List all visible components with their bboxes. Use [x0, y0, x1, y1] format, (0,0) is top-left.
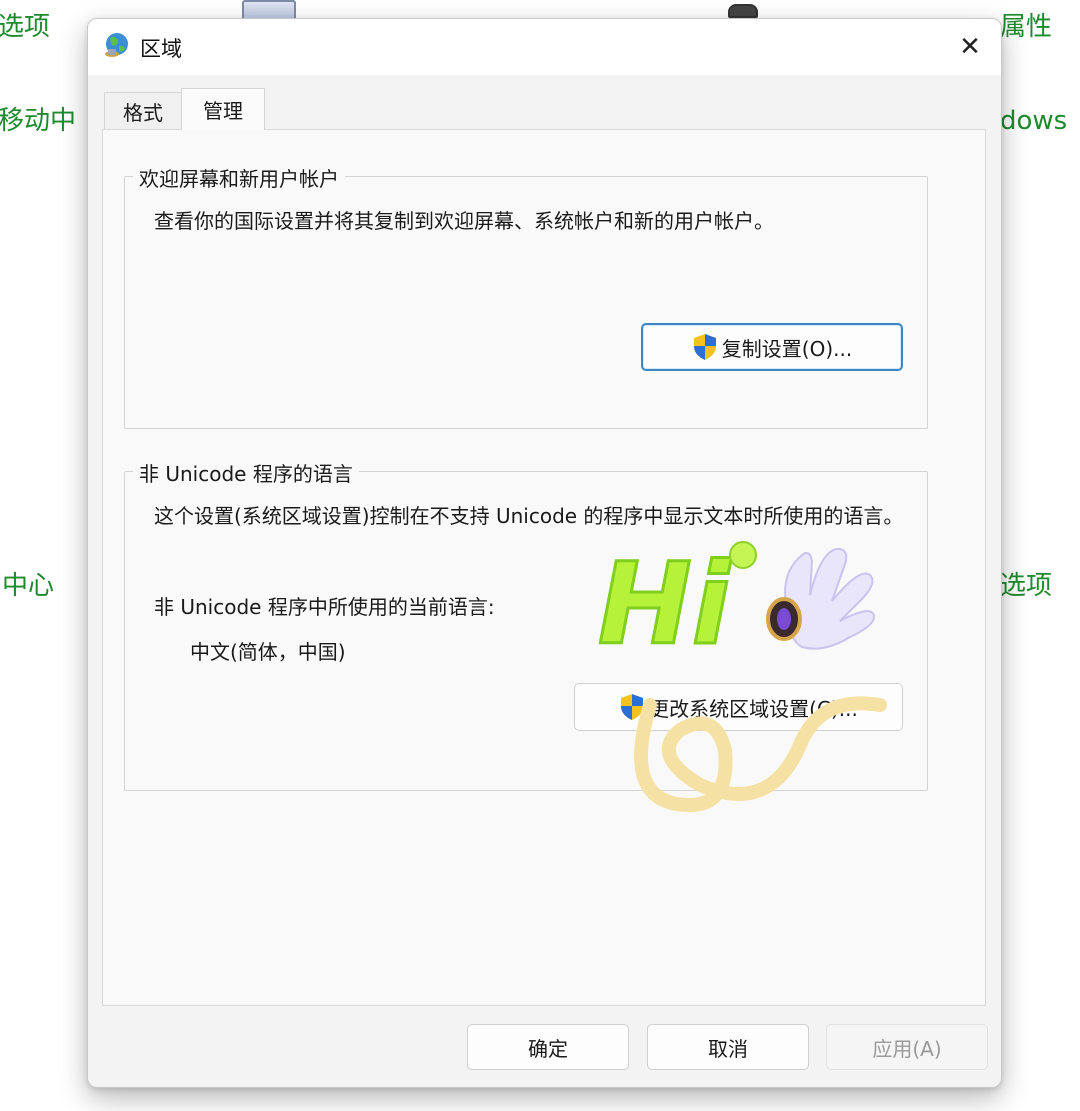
bg-item-windows-right: dows — [1000, 106, 1068, 136]
bg-cap-icon — [728, 4, 758, 18]
tab-panel-administrative: 欢迎屏幕和新用户帐户 查看你的国际设置并将其复制到欢迎屏幕、系统帐户和新的用户帐… — [102, 129, 986, 1006]
tab-administrative[interactable]: 管理 — [181, 88, 265, 130]
close-icon: ✕ — [959, 32, 981, 62]
group-welcome-legend: 欢迎屏幕和新用户帐户 — [133, 163, 345, 192]
tab-format-label: 格式 — [123, 101, 163, 125]
close-button[interactable]: ✕ — [939, 19, 1001, 75]
region-dialog: 区域 ✕ 格式 管理 欢迎屏幕和新用户帐户 查看你的国际设置并将其复制到欢迎屏幕… — [87, 18, 1002, 1088]
apply-button[interactable]: 应用(A) — [826, 1024, 988, 1070]
non-unicode-description: 这个设置(系统区域设置)控制在不支持 Unicode 的程序中显示文本时所使用的… — [154, 504, 904, 528]
cancel-label: 取消 — [708, 1036, 748, 1061]
ok-label: 确定 — [528, 1036, 568, 1061]
copy-settings-label: 复制设置(O)... — [721, 336, 853, 361]
window-title: 区域 — [140, 37, 182, 61]
tab-administrative-label: 管理 — [203, 99, 243, 123]
change-system-locale-label: 更改系统区域设置(C)... — [649, 696, 858, 721]
apply-label: 应用(A) — [872, 1036, 942, 1061]
globe-icon — [105, 33, 128, 57]
current-language-value: 中文(简体，中国) — [190, 640, 346, 664]
ok-button[interactable]: 确定 — [467, 1024, 629, 1070]
bg-item-options-left: 选项 — [0, 12, 51, 42]
group-welcome-screen: 欢迎屏幕和新用户帐户 查看你的国际设置并将其复制到欢迎屏幕、系统帐户和新的用户帐… — [124, 163, 928, 429]
current-language-label: 非 Unicode 程序中所使用的当前语言: — [154, 595, 495, 619]
uac-shield-icon — [621, 694, 644, 720]
group-non-unicode: 非 Unicode 程序的语言 这个设置(系统区域设置)控制在不支持 Unico… — [124, 458, 928, 791]
bg-item-mobility-center: 移动中 — [0, 106, 77, 136]
title-bar: 区域 ✕ — [88, 19, 1001, 75]
copy-settings-button[interactable]: 复制设置(O)... — [641, 323, 903, 371]
change-system-locale-button[interactable]: 更改系统区域设置(C)... — [574, 683, 903, 731]
tab-format[interactable]: 格式 — [104, 92, 182, 130]
cancel-button[interactable]: 取消 — [647, 1024, 809, 1070]
bg-item-options-right: 选项 — [1000, 571, 1053, 601]
bg-item-center-left: 中心 — [2, 571, 55, 601]
bg-item-properties-right: 属性 — [1000, 12, 1053, 42]
group-non-unicode-legend: 非 Unicode 程序的语言 — [133, 458, 359, 487]
uac-shield-icon — [693, 334, 716, 360]
welcome-description: 查看你的国际设置并将其复制到欢迎屏幕、系统帐户和新的用户帐户。 — [154, 209, 774, 233]
